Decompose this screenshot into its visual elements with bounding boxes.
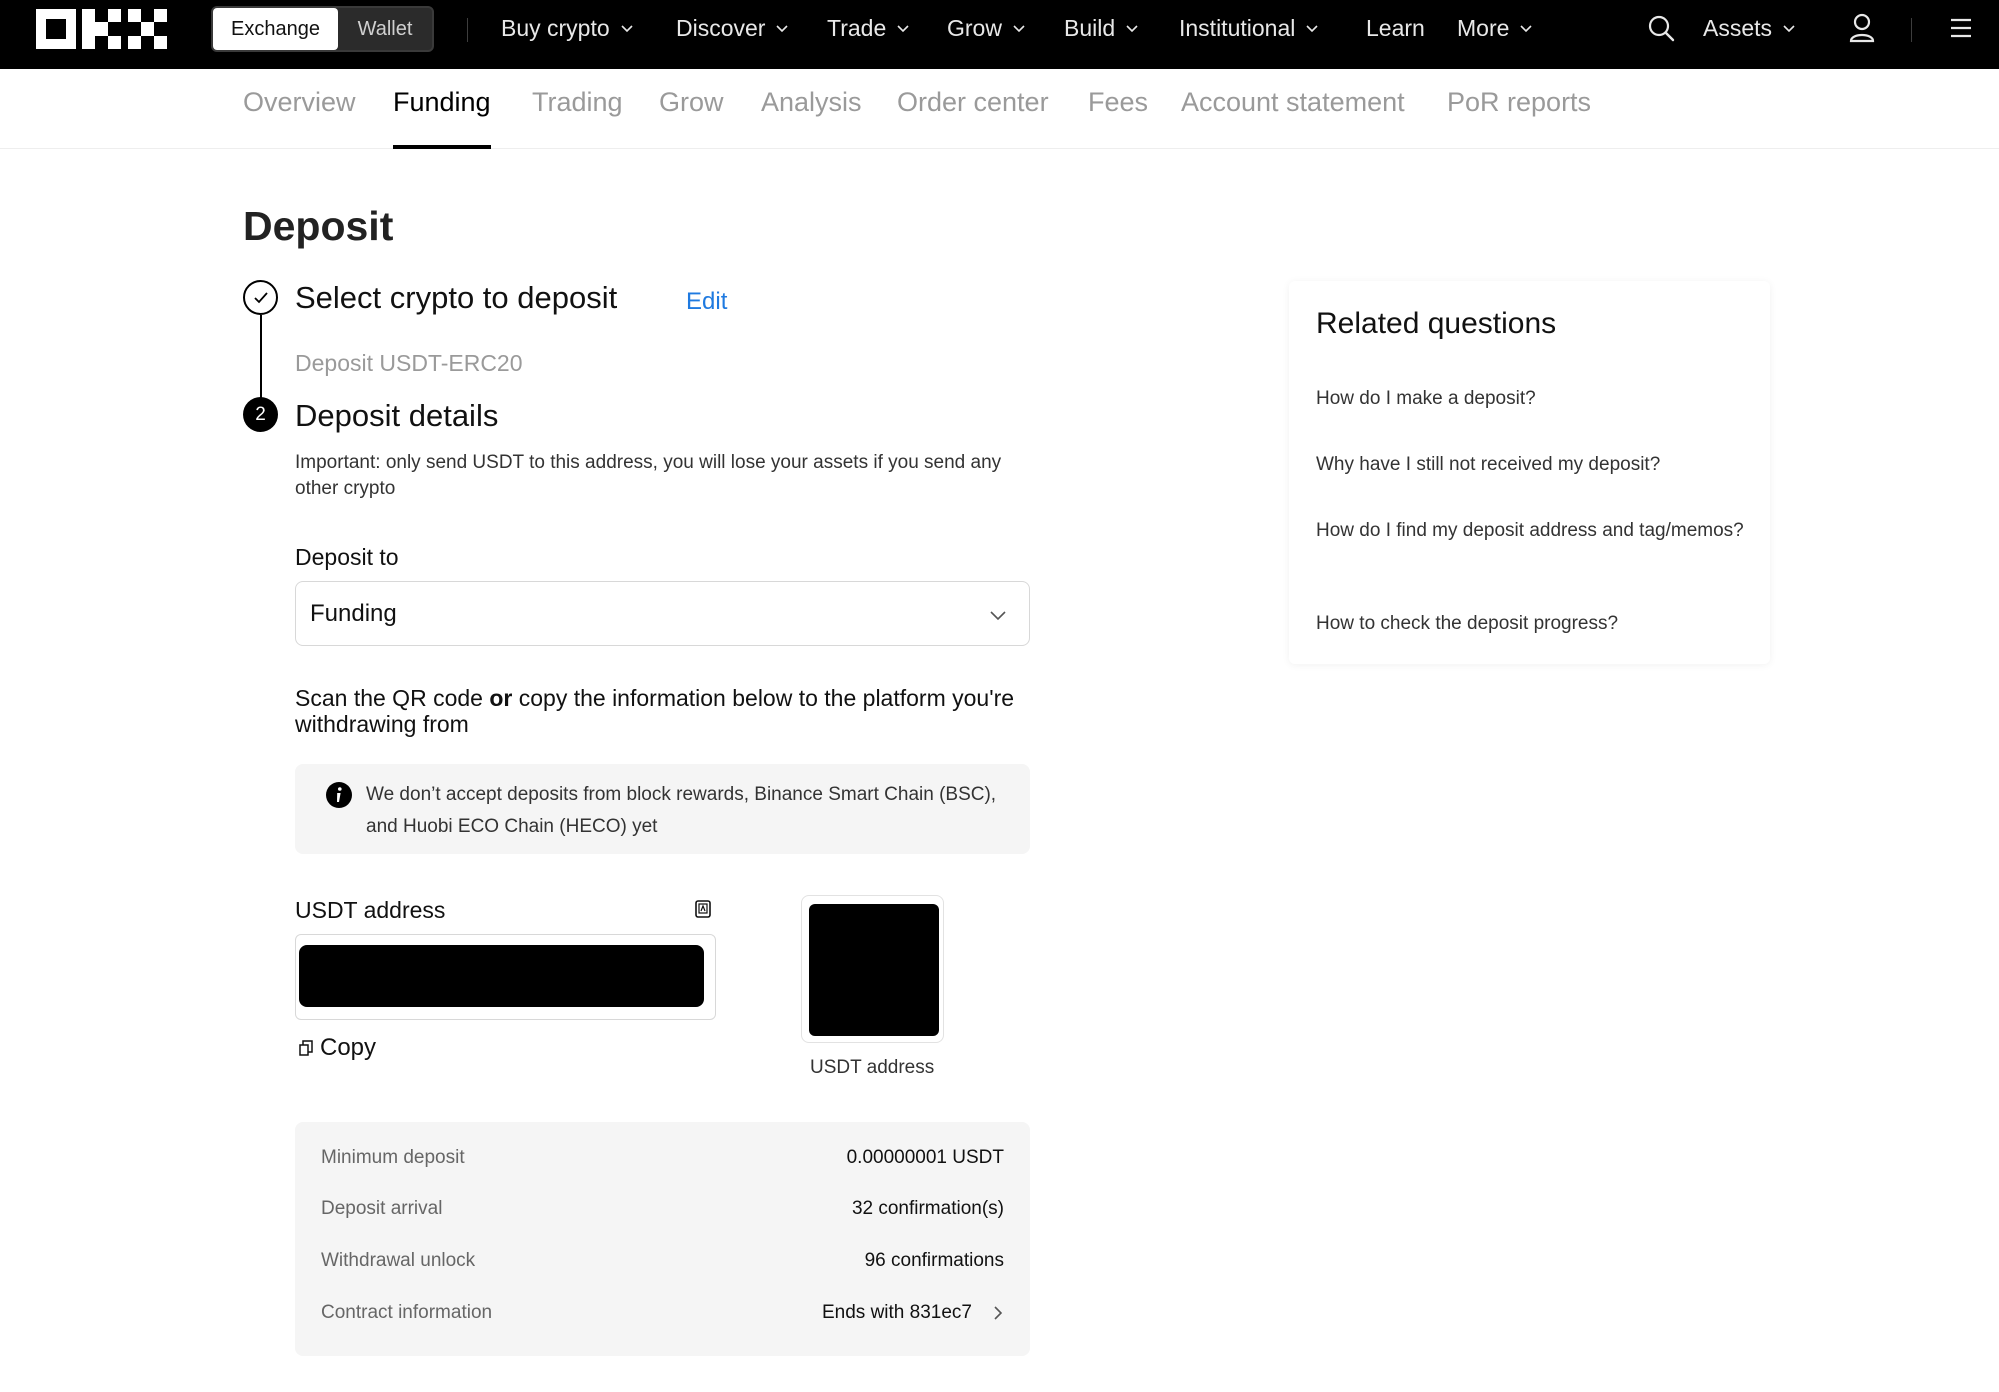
info-value: 32 confirmation(s) — [851, 1198, 1004, 1219]
tab-trading[interactable]: Trading — [532, 87, 623, 149]
redacted-address — [299, 945, 704, 1007]
related-question-link[interactable]: How to check the deposit progress? — [1316, 610, 1746, 637]
nav-label: Discover — [676, 14, 766, 41]
info-row-contract-information[interactable]: Contract information Ends with 831ec7 — [321, 1302, 1004, 1332]
chevron-down-icon — [1306, 25, 1318, 33]
chevron-down-icon — [1126, 25, 1138, 33]
info-label: Minimum deposit — [321, 1147, 465, 1168]
okx-logo[interactable] — [36, 9, 168, 49]
related-question-link[interactable]: How do I find my deposit address and tag… — [1316, 517, 1746, 544]
nav-label: Build — [1064, 14, 1116, 41]
page-title: Deposit — [243, 203, 394, 249]
tab-analysis[interactable]: Analysis — [761, 87, 862, 149]
usdt-address-field[interactable] — [295, 934, 716, 1020]
top-navigation-bar: Exchange Wallet Buy crypto Discover Trad… — [0, 0, 1999, 69]
tab-funding[interactable]: Funding — [393, 87, 491, 149]
step2-title: Deposit details — [295, 398, 499, 433]
usdt-address-label: USDT address — [295, 897, 446, 923]
nav-label: Assets — [1703, 14, 1773, 41]
info-row-deposit-arrival: Deposit arrival 32 confirmation(s) — [321, 1198, 1004, 1228]
qr-code-frame — [801, 895, 944, 1043]
chevron-down-icon — [897, 25, 909, 33]
chevron-down-icon — [1783, 25, 1795, 33]
nav-build[interactable]: Build — [1064, 12, 1139, 44]
address-book-icon[interactable] — [693, 899, 713, 919]
related-question-link[interactable]: How do I make a deposit? — [1316, 385, 1746, 412]
chevron-down-icon — [621, 25, 633, 33]
qr-caption: USDT address — [810, 1057, 935, 1078]
important-warning: Important: only send USDT to this addres… — [295, 452, 1002, 499]
deposit-to-select[interactable]: Funding — [295, 581, 1030, 646]
chevron-down-icon — [1013, 25, 1025, 33]
chevron-down-icon — [1520, 25, 1532, 33]
step-connector-line — [260, 315, 262, 400]
copy-address-button[interactable]: Copy — [298, 1034, 376, 1062]
info-value: 96 confirmations — [864, 1250, 1004, 1271]
related-questions-title: Related questions — [1316, 307, 1557, 340]
nav-label: Trade — [827, 14, 887, 41]
info-row-minimum-deposit: Minimum deposit 0.00000001 USDT — [321, 1147, 1004, 1177]
info-value: Ends with 831ec7 — [822, 1302, 972, 1323]
info-label: Contract information — [321, 1302, 493, 1323]
tab-order-center[interactable]: Order center — [897, 87, 1049, 149]
tab-grow[interactable]: Grow — [659, 87, 724, 149]
deposit-to-label: Deposit to — [295, 544, 399, 570]
edit-crypto-link[interactable]: Edit — [686, 288, 727, 316]
contract-info-link[interactable]: Ends with 831ec7 — [822, 1302, 1004, 1324]
nav-grow[interactable]: Grow — [947, 12, 1026, 44]
search-icon[interactable] — [1645, 12, 1677, 44]
copy-label: Copy — [320, 1034, 377, 1061]
step1-title: Select crypto to deposit — [295, 280, 618, 315]
deposit-info-panel: Minimum deposit 0.00000001 USDT Deposit … — [295, 1122, 1030, 1356]
nav-institutional[interactable]: Institutional — [1179, 12, 1319, 44]
nav-discover[interactable]: Discover — [676, 12, 789, 44]
chevron-down-icon — [776, 25, 789, 33]
menu-icon[interactable] — [1945, 12, 1977, 44]
nav-buy-crypto[interactable]: Buy crypto — [501, 12, 634, 44]
check-icon — [253, 291, 268, 303]
step2-number-indicator: 2 — [243, 397, 278, 432]
chevron-down-icon — [990, 611, 1006, 621]
nav-label: Institutional — [1179, 14, 1296, 41]
related-questions-panel: Related questions How do I make a deposi… — [1289, 281, 1770, 664]
tab-fees[interactable]: Fees — [1088, 87, 1148, 149]
selected-crypto-summary: Deposit USDT-ERC20 — [295, 350, 523, 376]
step1-check-indicator — [243, 280, 278, 315]
nav-more[interactable]: More — [1457, 12, 1533, 44]
wallet-toggle[interactable]: Wallet — [338, 8, 432, 50]
nav-divider — [1911, 18, 1912, 42]
info-icon — [326, 782, 352, 808]
nav-label: More — [1457, 14, 1510, 41]
nav-learn[interactable]: Learn — [1366, 12, 1425, 44]
redacted-qr-code — [809, 904, 939, 1036]
tab-account-statement[interactable]: Account statement — [1181, 87, 1405, 149]
scan-text-or: or — [489, 685, 513, 711]
account-subtabs: Overview Funding Trading Grow Analysis O… — [0, 69, 1999, 149]
exchange-toggle[interactable]: Exchange — [213, 8, 338, 50]
info-label: Withdrawal unlock — [321, 1250, 476, 1271]
tab-por-reports[interactable]: PoR reports — [1447, 87, 1591, 149]
notice-text: We don’t accept deposits from block rewa… — [366, 784, 997, 837]
deposit-to-value: Funding — [310, 599, 397, 627]
nav-label: Grow — [947, 14, 1002, 41]
nav-label: Learn — [1366, 14, 1425, 41]
deposit-notice: We don’t accept deposits from block rewa… — [295, 764, 1030, 854]
related-question-link[interactable]: Why have I still not received my deposit… — [1316, 451, 1746, 478]
scan-text-part1: Scan the QR code — [295, 685, 490, 711]
info-row-withdrawal-unlock: Withdrawal unlock 96 confirmations — [321, 1250, 1004, 1280]
nav-label: Buy crypto — [501, 14, 610, 41]
nav-trade[interactable]: Trade — [827, 12, 910, 44]
info-label: Deposit arrival — [321, 1198, 443, 1219]
nav-divider — [467, 18, 468, 42]
nav-assets[interactable]: Assets — [1703, 12, 1796, 44]
chevron-right-icon — [994, 1306, 1003, 1320]
tab-overview[interactable]: Overview — [243, 87, 356, 149]
user-icon[interactable] — [1846, 12, 1878, 44]
scan-instructions: Scan the QR code or copy the information… — [295, 685, 1025, 737]
copy-icon — [299, 1040, 313, 1056]
exchange-wallet-switch: Exchange Wallet — [211, 6, 434, 52]
info-value: 0.00000001 USDT — [846, 1147, 1004, 1168]
